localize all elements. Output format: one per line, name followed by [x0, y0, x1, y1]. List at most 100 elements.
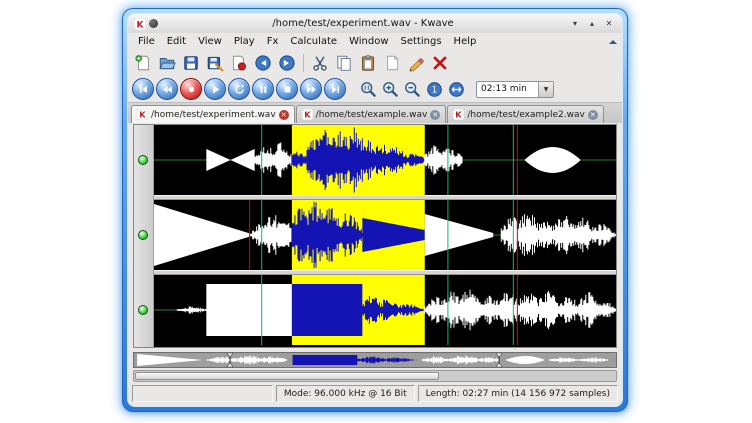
stop-button[interactable]: [276, 78, 298, 100]
open-file-button[interactable]: [156, 52, 178, 74]
menu-edit[interactable]: Edit: [161, 35, 192, 48]
save-as-button[interactable]: [204, 52, 226, 74]
zoom-all-button[interactable]: [446, 79, 466, 99]
fast-forward-icon: [306, 84, 317, 95]
track-led-column: [134, 125, 154, 347]
close-icon[interactable]: ✕: [602, 17, 616, 30]
zoom-time-combobox[interactable]: 02:13 min ▼: [476, 81, 554, 98]
zoom-in-icon: [382, 81, 399, 98]
menubar-collapse-icon[interactable]: [608, 37, 618, 47]
play-button[interactable]: [204, 78, 226, 100]
tab-example2[interactable]: K /home/test/example2.wav ✕: [447, 105, 603, 123]
svg-text:K: K: [304, 110, 311, 120]
waveform-canvas[interactable]: [154, 125, 616, 345]
zoom-original-button[interactable]: 1: [424, 79, 444, 99]
zoom-out-button[interactable]: [402, 79, 422, 99]
toolbar-separator: [303, 54, 304, 72]
status-message-panel: [132, 385, 273, 402]
tab-experiment[interactable]: K /home/test/experiment.wav ✕: [131, 105, 295, 123]
menu-window[interactable]: Window: [343, 35, 394, 48]
zoom-in-button[interactable]: [380, 79, 400, 99]
signal-view[interactable]: [154, 125, 616, 347]
erase-button[interactable]: [405, 52, 427, 74]
skip-end-button[interactable]: [324, 78, 346, 100]
chevron-down-icon[interactable]: ▼: [538, 82, 553, 97]
kwave-app-icon: K: [134, 18, 146, 30]
copy-button[interactable]: [333, 52, 355, 74]
save-icon: [182, 54, 200, 72]
kwave-file-icon: K: [453, 109, 464, 120]
delete-icon: [431, 54, 449, 72]
record-new-button[interactable]: [228, 52, 250, 74]
zoom-selection-button[interactable]: [358, 79, 378, 99]
titlebar: K /home/test/experiment.wav - Kwave ▾ ▴ …: [128, 14, 622, 33]
maximize-icon[interactable]: ▴: [585, 17, 599, 30]
paste-icon: [359, 54, 377, 72]
redo-icon: [278, 54, 296, 72]
track3-led: [138, 305, 148, 315]
tab-close-icon[interactable]: ✕: [430, 110, 440, 120]
signal-area: [133, 124, 617, 348]
kwave-file-icon: K: [302, 109, 313, 120]
window-menu-icon[interactable]: [149, 19, 158, 28]
tab-label: /home/test/example.wav: [316, 110, 428, 120]
window-content: K /home/test/experiment.wav - Kwave ▾ ▴ …: [127, 13, 623, 407]
window-title: /home/test/experiment.wav - Kwave: [161, 18, 565, 29]
tab-close-icon[interactable]: ✕: [588, 110, 598, 120]
pause-button[interactable]: [252, 78, 274, 100]
undo-icon: [254, 54, 272, 72]
redo-button[interactable]: [276, 52, 298, 74]
menu-settings[interactable]: Settings: [395, 35, 448, 48]
menu-view[interactable]: View: [192, 35, 228, 48]
erase-icon: [407, 54, 425, 72]
save-button[interactable]: [180, 52, 202, 74]
horizontal-scrollbar[interactable]: [133, 370, 617, 382]
status-mode: Mode: 96.000 kHz @ 16 Bit: [276, 385, 415, 402]
rewind-icon: [162, 84, 173, 95]
fast-forward-button[interactable]: [300, 78, 322, 100]
record-icon: [186, 84, 197, 95]
svg-text:K: K: [456, 110, 463, 120]
delete-button[interactable]: [429, 52, 451, 74]
insert-icon: [383, 54, 401, 72]
tab-close-icon[interactable]: ✕: [279, 110, 289, 120]
tabbar: K /home/test/experiment.wav ✕ K /home/te…: [128, 102, 622, 123]
desktop: K /home/test/experiment.wav - Kwave ▾ ▴ …: [0, 0, 752, 423]
tab-example[interactable]: K /home/test/example.wav ✕: [296, 105, 447, 123]
paste-button[interactable]: [357, 52, 379, 74]
zoom-group: 1: [358, 79, 466, 99]
pause-icon: [258, 84, 269, 95]
new-file-icon: [134, 54, 152, 72]
record-button[interactable]: [180, 78, 202, 100]
new-file-button[interactable]: [132, 52, 154, 74]
kwave-window: K /home/test/experiment.wav - Kwave ▾ ▴ …: [122, 8, 628, 412]
zoom-all-icon: [448, 81, 465, 98]
open-folder-icon: [158, 54, 176, 72]
scrollbar-thumb[interactable]: [135, 372, 439, 380]
playback-toolbar: 1 02:13 min ▼: [128, 76, 622, 102]
track1-led: [138, 155, 148, 165]
cut-button[interactable]: [309, 52, 331, 74]
insert-button[interactable]: [381, 52, 403, 74]
menu-fx[interactable]: Fx: [261, 35, 285, 48]
statusbar: Mode: 96.000 kHz @ 16 Bit Length: 02:27 …: [132, 385, 618, 402]
main-toolbar: [128, 50, 622, 76]
zoom-out-icon: [404, 81, 421, 98]
overview-strip[interactable]: [133, 352, 617, 368]
menubar: File Edit View Play Fx Calculate Window …: [128, 33, 622, 50]
svg-text:K: K: [137, 20, 145, 30]
overview-waveform[interactable]: [134, 353, 616, 367]
menu-help[interactable]: Help: [448, 35, 483, 48]
zoom-original-icon: 1: [426, 81, 443, 98]
loop-button[interactable]: [228, 78, 250, 100]
rewind-button[interactable]: [156, 78, 178, 100]
menu-play[interactable]: Play: [228, 35, 261, 48]
minimize-icon[interactable]: ▾: [568, 17, 582, 30]
stop-icon: [282, 84, 293, 95]
skip-back-button[interactable]: [132, 78, 154, 100]
menu-file[interactable]: File: [132, 35, 161, 48]
undo-button[interactable]: [252, 52, 274, 74]
skip-back-icon: [138, 84, 149, 95]
copy-icon: [335, 54, 353, 72]
menu-calculate[interactable]: Calculate: [284, 35, 343, 48]
